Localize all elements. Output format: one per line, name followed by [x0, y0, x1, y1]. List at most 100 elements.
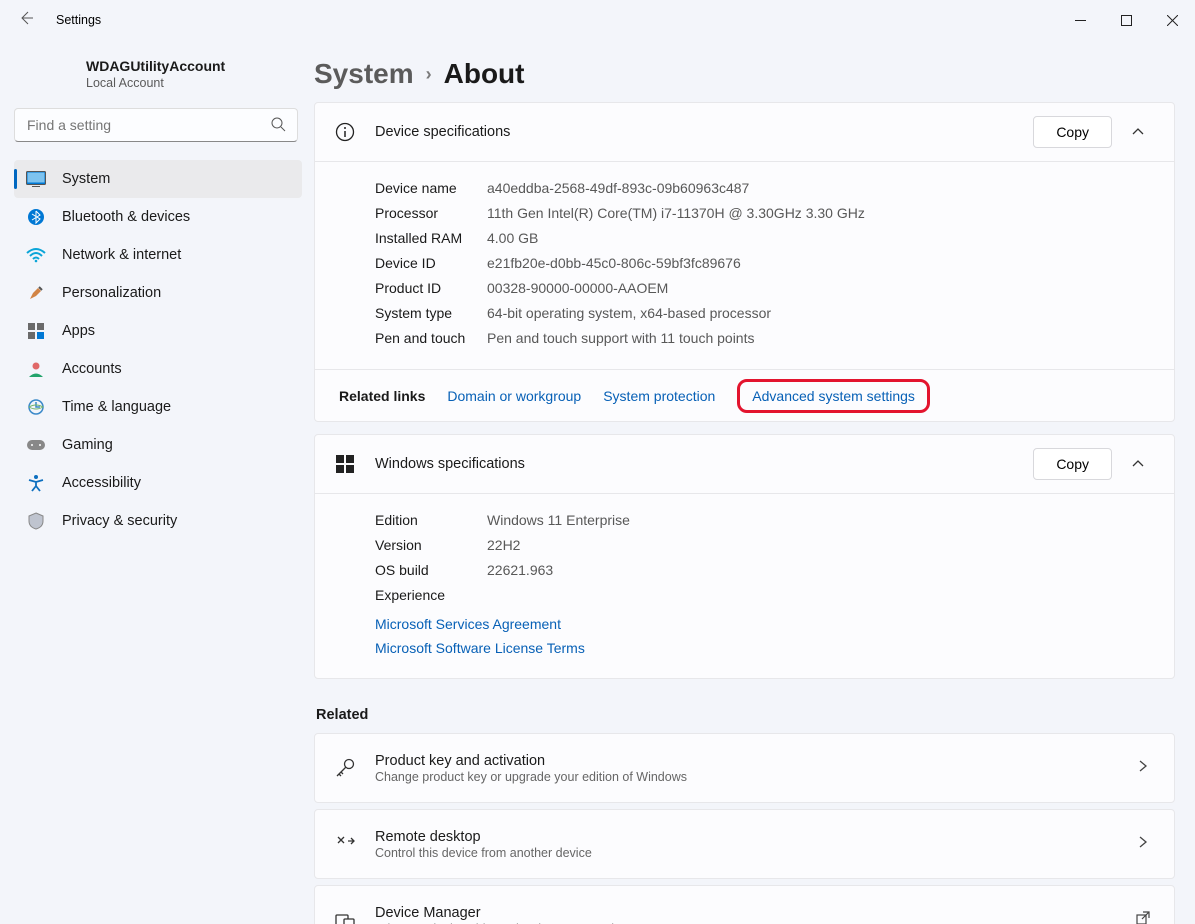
related-title: Device Manager: [375, 905, 1136, 921]
search-icon: [270, 116, 286, 137]
copy-button[interactable]: Copy: [1033, 116, 1112, 148]
nav-list: System Bluetooth & devices Network & int…: [14, 160, 302, 540]
clock-globe-icon: [26, 397, 46, 417]
collapse-button[interactable]: [1126, 120, 1150, 144]
wifi-icon: [26, 245, 46, 265]
nav-item-time[interactable]: Time & language: [14, 388, 302, 426]
spec-label: Product ID: [375, 276, 487, 301]
nav-item-gaming[interactable]: Gaming: [14, 426, 302, 464]
link-system-protection[interactable]: System protection: [603, 388, 715, 404]
nav-label: Accessibility: [62, 475, 141, 491]
windows-specifications-card: Windows specifications Copy EditionWindo…: [314, 434, 1175, 679]
related-card-device-manager[interactable]: Device Manager Printer and other drivers…: [314, 885, 1175, 924]
windows-icon: [333, 452, 357, 476]
spec-label: Device ID: [375, 251, 487, 276]
close-button[interactable]: [1149, 4, 1195, 36]
info-icon: [333, 120, 357, 144]
link-domain-workgroup[interactable]: Domain or workgroup: [447, 388, 581, 404]
device-spec-body: Device namea40eddba-2568-49df-893c-09b60…: [315, 161, 1174, 369]
nav-item-network[interactable]: Network & internet: [14, 236, 302, 274]
related-links-label: Related links: [339, 388, 425, 404]
nav-item-personalization[interactable]: Personalization: [14, 274, 302, 312]
spec-label: Processor: [375, 201, 487, 226]
spec-value: a40eddba-2568-49df-893c-09b60963c487: [487, 176, 749, 201]
link-ms-services-agreement[interactable]: Microsoft Services Agreement: [375, 612, 1150, 636]
nav-item-apps[interactable]: Apps: [14, 312, 302, 350]
account-type: Local Account: [86, 76, 298, 90]
related-card-activation[interactable]: Product key and activation Change produc…: [314, 733, 1175, 803]
shield-icon: [26, 511, 46, 531]
nav-label: Network & internet: [62, 247, 181, 263]
apps-icon: [26, 321, 46, 341]
spec-value: 64-bit operating system, x64-based proce…: [487, 301, 771, 326]
nav-label: Time & language: [62, 399, 171, 415]
nav-label: Gaming: [62, 437, 113, 453]
related-title: Product key and activation: [375, 753, 1136, 769]
remote-icon: [333, 832, 357, 856]
account-block[interactable]: WDAGUtilityAccount Local Account: [14, 50, 302, 108]
bluetooth-icon: [26, 207, 46, 227]
chevron-right-icon: [1136, 835, 1150, 854]
link-advanced-system-settings[interactable]: Advanced system settings: [752, 388, 915, 404]
related-title: Remote desktop: [375, 829, 1136, 845]
card-header: Windows specifications Copy: [315, 435, 1174, 493]
system-icon: [26, 169, 46, 189]
paintbrush-icon: [26, 283, 46, 303]
windows-spec-title: Windows specifications: [375, 456, 1033, 472]
spec-value: 11th Gen Intel(R) Core(TM) i7-11370H @ 3…: [487, 201, 865, 226]
windows-spec-body: EditionWindows 11 Enterprise Version22H2…: [315, 493, 1174, 678]
spec-label: Device name: [375, 176, 487, 201]
maximize-button[interactable]: [1103, 4, 1149, 36]
spec-label: Edition: [375, 508, 487, 533]
nav-label: Bluetooth & devices: [62, 209, 190, 225]
nav-item-accounts[interactable]: Accounts: [14, 350, 302, 388]
spec-label: OS build: [375, 558, 487, 583]
related-links-row: Related links Domain or workgroup System…: [315, 369, 1174, 421]
spec-value: Pen and touch support with 11 touch poin…: [487, 326, 754, 351]
spec-value: Windows 11 Enterprise: [487, 508, 630, 533]
nav-label: Apps: [62, 323, 95, 339]
nav-label: Privacy & security: [62, 513, 177, 529]
nav-item-accessibility[interactable]: Accessibility: [14, 464, 302, 502]
external-link-icon: [1136, 911, 1150, 924]
nav-item-bluetooth[interactable]: Bluetooth & devices: [14, 198, 302, 236]
nav-label: Personalization: [62, 285, 161, 301]
device-specifications-card: Device specifications Copy Device namea4…: [314, 102, 1175, 422]
collapse-button[interactable]: [1126, 452, 1150, 476]
spec-label: System type: [375, 301, 487, 326]
nav-item-privacy[interactable]: Privacy & security: [14, 502, 302, 540]
account-name: WDAGUtilityAccount: [86, 58, 298, 74]
gamepad-icon: [26, 435, 46, 455]
device-spec-title: Device specifications: [375, 124, 1033, 140]
main-content: System › About Device specifications Cop…: [310, 40, 1195, 924]
chevron-right-icon: [1136, 759, 1150, 778]
spec-label: Version: [375, 533, 487, 558]
related-section-title: Related: [316, 707, 1175, 723]
window-title: Settings: [56, 13, 101, 27]
spec-label: Installed RAM: [375, 226, 487, 251]
device-manager-icon: [333, 908, 357, 924]
card-header: Device specifications Copy: [315, 103, 1174, 161]
related-sub: Change product key or upgrade your editi…: [375, 770, 1136, 784]
copy-button[interactable]: Copy: [1033, 448, 1112, 480]
accessibility-icon: [26, 473, 46, 493]
link-ms-license-terms[interactable]: Microsoft Software License Terms: [375, 636, 1150, 660]
search-input[interactable]: [14, 108, 298, 142]
key-icon: [333, 756, 357, 780]
breadcrumb: System › About: [314, 58, 1175, 90]
spec-value: e21fb20e-d0bb-45c0-806c-59bf3fc89676: [487, 251, 741, 276]
spec-value: 22621.963: [487, 558, 553, 583]
spec-value: 00328-90000-00000-AAOEM: [487, 276, 668, 301]
spec-label: Experience: [375, 583, 487, 608]
back-button[interactable]: [16, 10, 36, 31]
related-sub: Control this device from another device: [375, 846, 1136, 860]
titlebar: Settings: [0, 0, 1195, 40]
spec-label: Pen and touch: [375, 326, 487, 351]
related-card-remote-desktop[interactable]: Remote desktop Control this device from …: [314, 809, 1175, 879]
page-title: About: [444, 58, 525, 90]
nav-label: System: [62, 171, 110, 187]
breadcrumb-parent[interactable]: System: [314, 58, 414, 90]
minimize-button[interactable]: [1057, 4, 1103, 36]
search-wrapper: [14, 108, 298, 142]
nav-item-system[interactable]: System: [14, 160, 302, 198]
